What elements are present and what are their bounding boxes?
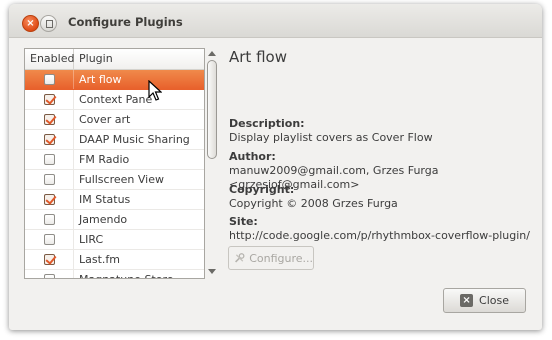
plugin-row[interactable]: Art flow — [25, 70, 204, 90]
window-maximize-icon[interactable] — [40, 15, 57, 32]
mouse-pointer-icon — [148, 80, 162, 101]
column-header-enabled[interactable]: Enabled — [25, 49, 74, 69]
plugin-name: Last.fm — [79, 253, 120, 266]
enabled-cell — [25, 190, 74, 209]
plugin-row[interactable]: Magnatune Store — [25, 270, 204, 278]
enabled-checkbox[interactable] — [43, 94, 55, 105]
plugin-row[interactable]: LIRC — [25, 230, 204, 250]
enabled-checkbox[interactable] — [43, 234, 55, 245]
close-icon: × — [460, 294, 474, 307]
close-button[interactable]: × Close — [443, 288, 526, 313]
site-link[interactable]: http://code.google.com/p/rhythmbox-cover… — [229, 229, 530, 243]
enabled-cell — [25, 150, 74, 169]
enabled-checkbox[interactable] — [43, 254, 55, 265]
scroll-down-arrow-icon[interactable] — [208, 269, 216, 274]
plugin-name: Cover art — [79, 113, 131, 126]
plugin-row[interactable]: IM Status — [25, 190, 204, 210]
plugin-title: Art flow — [229, 48, 287, 66]
description-label: Description: — [229, 117, 305, 130]
plugin-row[interactable]: DAAP Music Sharing — [25, 130, 204, 150]
plugin-row[interactable]: Fullscreen View — [25, 170, 204, 190]
enabled-cell — [25, 170, 74, 189]
column-header-plugin[interactable]: Plugin — [74, 49, 113, 69]
plugin-row[interactable]: Context Pane — [25, 90, 204, 110]
configure-button[interactable]: Configure... — [228, 246, 314, 270]
enabled-checkbox[interactable] — [43, 114, 55, 125]
enabled-checkbox[interactable] — [43, 74, 55, 85]
configure-plugins-dialog: × Configure Plugins Enabled Plugin Art f… — [9, 4, 542, 330]
description-text: Display playlist covers as Cover Flow — [229, 131, 433, 144]
enabled-checkbox[interactable] — [43, 154, 55, 165]
site-label: Site: — [229, 215, 258, 228]
enabled-cell — [25, 130, 74, 149]
plugin-name: Art flow — [79, 73, 122, 86]
plugin-list[interactable]: Enabled Plugin Art flow Context Pane Cover… — [24, 48, 205, 279]
enabled-cell — [25, 70, 74, 89]
scrollbar-thumb[interactable] — [207, 60, 217, 159]
plugin-row[interactable]: Jamendo — [25, 210, 204, 230]
list-scrollbar[interactable] — [205, 48, 219, 277]
plugin-name: Magnatune Store — [74, 273, 174, 278]
enabled-cell — [25, 250, 74, 269]
close-button-label: Close — [479, 294, 509, 307]
copyright-label: Copyright: — [229, 183, 295, 196]
enabled-checkbox[interactable] — [43, 194, 55, 205]
enabled-checkbox[interactable] — [43, 274, 55, 278]
copyright-text: Copyright © 2008 Grzes Furga — [229, 197, 398, 210]
plugin-row[interactable]: Last.fm — [25, 250, 204, 270]
plugin-row[interactable]: Cover art — [25, 110, 204, 130]
list-header: Enabled Plugin — [25, 49, 204, 70]
configure-button-label: Configure... — [249, 251, 313, 265]
window-close-icon[interactable]: × — [22, 15, 39, 32]
author-label: Author: — [229, 150, 276, 163]
enabled-cell — [25, 230, 74, 249]
plugin-name: Jamendo — [79, 213, 128, 226]
enabled-cell — [25, 110, 74, 129]
enabled-checkbox[interactable] — [43, 134, 55, 145]
enabled-cell — [25, 270, 74, 278]
plugin-row[interactable]: FM Radio — [25, 150, 204, 170]
enabled-checkbox[interactable] — [43, 214, 55, 225]
plugin-rows: Art flow Context Pane Cover art DAAP Music … — [25, 70, 204, 278]
tools-icon — [235, 253, 245, 263]
plugin-name: LIRC — [79, 233, 104, 246]
title-bar: × Configure Plugins — [9, 4, 542, 38]
plugin-name: IM Status — [79, 193, 131, 206]
window-title: Configure Plugins — [68, 15, 183, 29]
enabled-cell — [25, 210, 74, 229]
plugin-name: DAAP Music Sharing — [79, 133, 190, 146]
plugin-name: Fullscreen View — [79, 173, 164, 186]
enabled-cell — [25, 90, 74, 109]
scroll-up-arrow-icon[interactable] — [208, 51, 216, 56]
plugin-name: FM Radio — [79, 153, 130, 166]
plugin-name: Context Pane — [79, 93, 153, 106]
enabled-checkbox[interactable] — [43, 174, 55, 185]
